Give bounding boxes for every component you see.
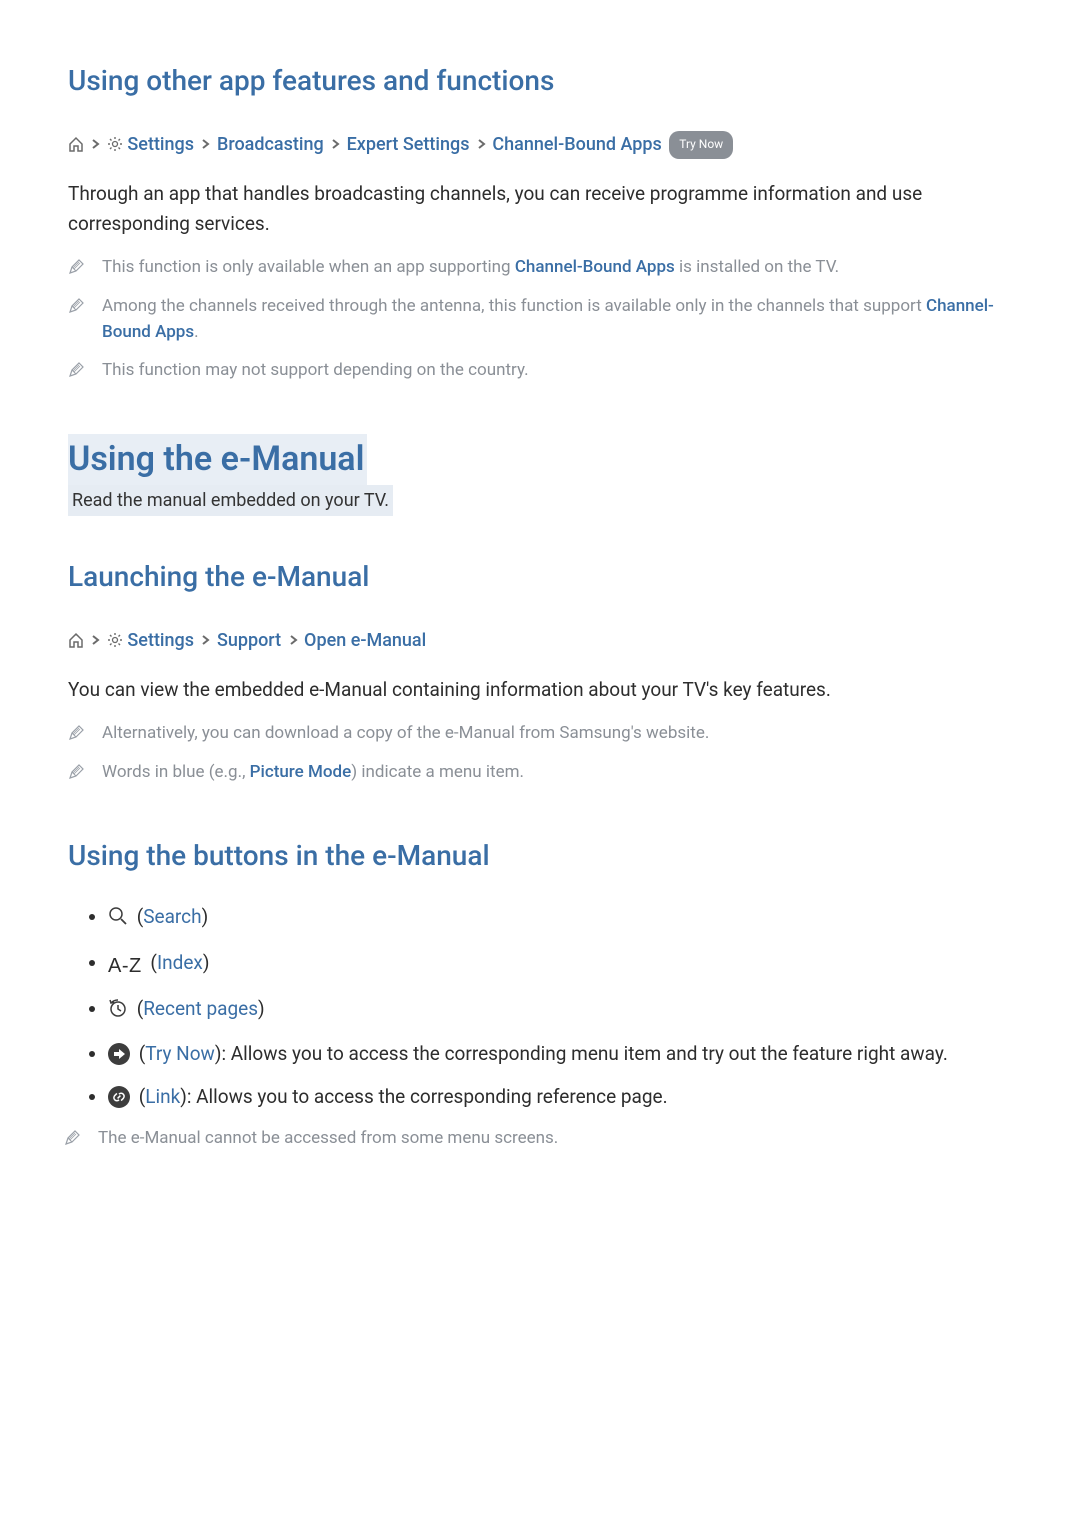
pencil-note-icon (68, 724, 84, 740)
chevron-right-icon (90, 128, 100, 138)
inline-link[interactable]: Channel-Bound Apps (515, 257, 675, 277)
breadcrumb-item[interactable]: Expert Settings (347, 134, 470, 155)
breadcrumb-item[interactable]: Settings (127, 630, 194, 651)
list-item-link: (Link): Allows you to access the corresp… (108, 1083, 1012, 1112)
note-text-part: is installed on the TV. (675, 257, 839, 277)
section-other-app-features: Using other app features and functions S… (68, 60, 1012, 384)
pencil-note-icon (68, 763, 84, 779)
chevron-right-icon (200, 128, 210, 138)
search-icon (108, 906, 128, 935)
note-item: This function may not support depending … (68, 357, 1012, 383)
breadcrumb-item[interactable]: Broadcasting (217, 134, 324, 155)
note-text-part: Among the channels received through the … (102, 296, 926, 316)
note-text: The e-Manual cannot be accessed from som… (98, 1125, 558, 1151)
home-icon (68, 131, 84, 147)
note-text: This function may not support depending … (102, 357, 529, 383)
note-text-part: This function is only available when an … (102, 257, 515, 277)
try-now-badge[interactable]: Try Now (669, 131, 733, 159)
page-title: Using the e-Manual (68, 434, 364, 485)
bullet-label[interactable]: Search (143, 905, 201, 928)
bullet-label[interactable]: Try Now (145, 1042, 215, 1065)
list-item-trynow: (Try Now): Allows you to access the corr… (108, 1040, 1012, 1069)
bullet-desc: : Allows you to access the corresponding… (187, 1085, 668, 1108)
list-item-index: A-Z (Index) (108, 949, 1012, 981)
list-item-search: (Search) (108, 903, 1012, 935)
chevron-right-icon (200, 624, 210, 634)
bullet-desc: : Allows you to access the corresponding… (221, 1042, 947, 1065)
trynow-circle-icon (108, 1043, 130, 1065)
history-icon (108, 998, 128, 1027)
bullet-label[interactable]: Link (145, 1085, 180, 1108)
pencil-note-icon (68, 361, 84, 377)
breadcrumb-item[interactable]: Support (217, 630, 281, 651)
section-title: Launching the e-Manual (68, 556, 1012, 598)
breadcrumb: Settings Broadcasting Expert Settings Ch… (68, 128, 1012, 161)
link-circle-icon (108, 1086, 130, 1108)
list-item-recent: (Recent pages) (108, 995, 1012, 1027)
section-launching-emanual: Launching the e-Manual Settings Support … (68, 556, 1012, 786)
pencil-note-icon (68, 297, 84, 313)
note-list: This function is only available when an … (68, 254, 1012, 383)
bullet-label[interactable]: Recent pages (143, 997, 258, 1020)
section-title: Using the buttons in the e-Manual (68, 835, 1012, 877)
pencil-note-icon (68, 258, 84, 274)
note-text-part: Words in blue (e.g., (102, 762, 250, 782)
note-text: Among the channels received through the … (102, 293, 1012, 346)
note-item: The e-Manual cannot be accessed from som… (64, 1125, 1012, 1151)
main-heading-block: Using the e-Manual Read the manual embed… (68, 434, 1012, 516)
home-icon (68, 627, 84, 643)
breadcrumb-item[interactable]: Open e-Manual (304, 630, 426, 651)
bullet-list: (Search) A-Z (Index) (Recent pages) (Try… (68, 903, 1012, 1111)
breadcrumb: Settings Support Open e-Manual (68, 624, 1012, 657)
breadcrumb-item[interactable]: Settings (127, 134, 194, 155)
page-subtitle: Read the manual embedded on your TV. (68, 485, 393, 516)
chevron-right-icon (90, 624, 100, 634)
section-title: Using other app features and functions (68, 60, 1012, 102)
pencil-note-icon (64, 1129, 80, 1145)
note-text-part: ) indicate a menu item. (351, 762, 524, 782)
bullet-label[interactable]: Index (157, 951, 203, 974)
inline-link[interactable]: Picture Mode (250, 762, 352, 782)
note-item: This function is only available when an … (68, 254, 1012, 280)
note-text: Words in blue (e.g., Picture Mode) indic… (102, 759, 524, 785)
note-list: Alternatively, you can download a copy o… (68, 720, 1012, 785)
breadcrumb-item[interactable]: Channel-Bound Apps (492, 134, 661, 155)
body-text: Through an app that handles broadcasting… (68, 179, 1012, 238)
body-text: You can view the embedded e-Manual conta… (68, 675, 1012, 704)
chevron-right-icon (288, 624, 298, 634)
note-text-part: . (194, 322, 198, 342)
chevron-right-icon (330, 128, 340, 138)
note-text: This function is only available when an … (102, 254, 839, 280)
gear-icon (107, 627, 123, 643)
chevron-right-icon (476, 128, 486, 138)
gear-icon (107, 131, 123, 147)
az-index-icon: A-Z (108, 951, 142, 981)
note-item: Words in blue (e.g., Picture Mode) indic… (68, 759, 1012, 785)
note-item: Among the channels received through the … (68, 293, 1012, 346)
note-item: Alternatively, you can download a copy o… (68, 720, 1012, 746)
section-buttons-emanual: Using the buttons in the e-Manual (Searc… (68, 835, 1012, 1151)
note-text: Alternatively, you can download a copy o… (102, 720, 709, 746)
